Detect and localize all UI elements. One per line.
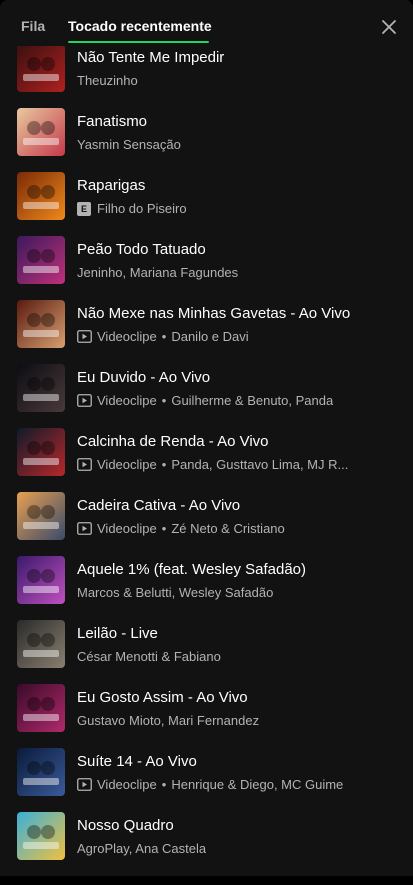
track-title[interactable]: Suíte 14 - Ao Vivo <box>77 753 197 770</box>
track-artists[interactable]: Henrique & Diego, MC Guime <box>171 777 343 792</box>
active-tab-indicator <box>68 41 209 43</box>
track-row[interactable]: Raparigas E Filho do Piseiro <box>0 164 413 228</box>
track-artists[interactable]: AgroPlay, Ana Castela <box>77 841 206 856</box>
album-cover-image[interactable] <box>17 364 65 412</box>
track-subtitle: AgroPlay, Ana Castela <box>77 841 206 856</box>
explicit-badge: E <box>77 201 91 216</box>
track-title[interactable]: Eu Duvido - Ao Vivo <box>77 369 210 386</box>
separator-dot: • <box>161 521 167 536</box>
track-artists[interactable]: César Menotti & Fabiano <box>77 649 221 664</box>
track-title[interactable]: Cadeira Cativa - Ao Vivo <box>77 497 240 514</box>
album-cover-image[interactable] <box>17 428 65 476</box>
tab-fila[interactable]: Fila <box>21 18 45 34</box>
close-icon <box>382 20 396 34</box>
track-artists[interactable]: Zé Neto & Cristiano <box>171 521 284 536</box>
album-cover-image[interactable] <box>17 300 65 348</box>
track-artists[interactable]: Guilherme & Benuto, Panda <box>171 393 333 408</box>
queue-tabs: Fila Tocado recentemente <box>0 0 413 46</box>
track-row[interactable]: Cadeira Cativa - Ao Vivo Videoclipe • Zé Ne… <box>0 484 413 548</box>
video-label: Videoclipe <box>97 329 157 344</box>
track-artists[interactable]: Filho do Piseiro <box>97 201 187 216</box>
separator-dot: • <box>161 393 167 408</box>
track-artists[interactable]: Gustavo Mioto, Mari Fernandez <box>77 713 259 728</box>
track-artists[interactable]: Theuzinho <box>77 73 138 88</box>
track-row[interactable]: Peão Todo Tatuado Jeninho, Mariana Fagund… <box>0 228 413 292</box>
tab-recently-played[interactable]: Tocado recentemente <box>68 18 212 34</box>
track-artists[interactable]: Jeninho, Mariana Fagundes <box>77 265 238 280</box>
track-subtitle: Theuzinho <box>77 73 138 88</box>
track-row[interactable]: Eu Gosto Assim - Ao Vivo Gustavo Mioto, M… <box>0 676 413 740</box>
album-cover-image[interactable] <box>17 556 65 604</box>
album-cover-image[interactable] <box>17 108 65 156</box>
track-row[interactable]: Fanatismo Yasmin Sensação <box>0 100 413 164</box>
track-subtitle: Gustavo Mioto, Mari Fernandez <box>77 713 259 728</box>
album-cover-image[interactable] <box>17 44 65 92</box>
video-icon <box>77 394 92 407</box>
separator-dot: • <box>161 777 167 792</box>
track-row[interactable]: Leilão - Live César Menotti & Fabiano <box>0 612 413 676</box>
separator-dot: • <box>161 329 167 344</box>
track-title[interactable]: Aquele 1% (feat. Wesley Safadão) <box>77 561 306 578</box>
track-row[interactable]: Suíte 14 - Ao Vivo Videoclipe • Henrique & … <box>0 740 413 804</box>
track-title[interactable]: Não Tente Me Impedir <box>77 49 224 66</box>
track-title[interactable]: Eu Gosto Assim - Ao Vivo <box>77 689 248 706</box>
track-title[interactable]: Peão Todo Tatuado <box>77 241 206 258</box>
separator-dot: • <box>161 457 167 472</box>
album-cover-image[interactable] <box>17 812 65 860</box>
track-subtitle: Videoclipe • Danilo e Davi <box>77 329 249 344</box>
track-title[interactable]: Não Mexe nas Minhas Gavetas - Ao Vivo <box>77 305 350 322</box>
track-subtitle: Yasmin Sensação <box>77 137 181 152</box>
track-row[interactable]: Aquele 1% (feat. Wesley Safadão) Marcos &… <box>0 548 413 612</box>
track-artists[interactable]: Marcos & Belutti, Wesley Safadão <box>77 585 273 600</box>
track-subtitle: Marcos & Belutti, Wesley Safadão <box>77 585 273 600</box>
track-title[interactable]: Leilão - Live <box>77 625 158 642</box>
track-title[interactable]: Nosso Quadro <box>77 817 174 834</box>
track-row[interactable]: Não Mexe nas Minhas Gavetas - Ao Vivo Vid… <box>0 292 413 356</box>
album-cover-image[interactable] <box>17 748 65 796</box>
track-title[interactable]: Raparigas <box>77 177 145 194</box>
video-icon <box>77 778 92 791</box>
track-subtitle: Videoclipe • Panda, Gusttavo Lima, MJ R... <box>77 457 348 472</box>
video-label: Videoclipe <box>97 457 157 472</box>
track-subtitle: E Filho do Piseiro <box>77 201 187 216</box>
video-icon <box>77 458 92 471</box>
panel-bottom-edge <box>0 876 413 885</box>
track-subtitle: César Menotti & Fabiano <box>77 649 221 664</box>
album-cover-image[interactable] <box>17 236 65 284</box>
track-row[interactable]: Calcinha de Renda - Ao Vivo Videoclipe • Pa… <box>0 420 413 484</box>
track-artists[interactable]: Yasmin Sensação <box>77 137 181 152</box>
album-cover-image[interactable] <box>17 172 65 220</box>
track-subtitle: Videoclipe • Zé Neto & Cristiano <box>77 521 285 536</box>
album-cover-image[interactable] <box>17 684 65 732</box>
video-icon <box>77 522 92 535</box>
track-row[interactable]: Eu Duvido - Ao Vivo Videoclipe • Guilherme … <box>0 356 413 420</box>
track-subtitle: Videoclipe • Henrique & Diego, MC Guime <box>77 777 343 792</box>
queue-panel: Fila Tocado recentemente Não Tente Me Im… <box>0 0 413 885</box>
album-cover-image[interactable] <box>17 620 65 668</box>
track-title[interactable]: Fanatismo <box>77 113 147 130</box>
video-label: Videoclipe <box>97 521 157 536</box>
album-cover-image[interactable] <box>17 492 65 540</box>
track-row[interactable]: Nosso Quadro AgroPlay, Ana Castela <box>0 804 413 868</box>
track-title[interactable]: Calcinha de Renda - Ao Vivo <box>77 433 269 450</box>
track-subtitle: Jeninho, Mariana Fagundes <box>77 265 238 280</box>
close-button[interactable] <box>378 16 400 38</box>
track-artists[interactable]: Danilo e Davi <box>171 329 248 344</box>
video-label: Videoclipe <box>97 393 157 408</box>
track-artists[interactable]: Panda, Gusttavo Lima, MJ R... <box>171 457 348 472</box>
video-icon <box>77 330 92 343</box>
track-subtitle: Videoclipe • Guilherme & Benuto, Panda <box>77 393 333 408</box>
video-label: Videoclipe <box>97 777 157 792</box>
